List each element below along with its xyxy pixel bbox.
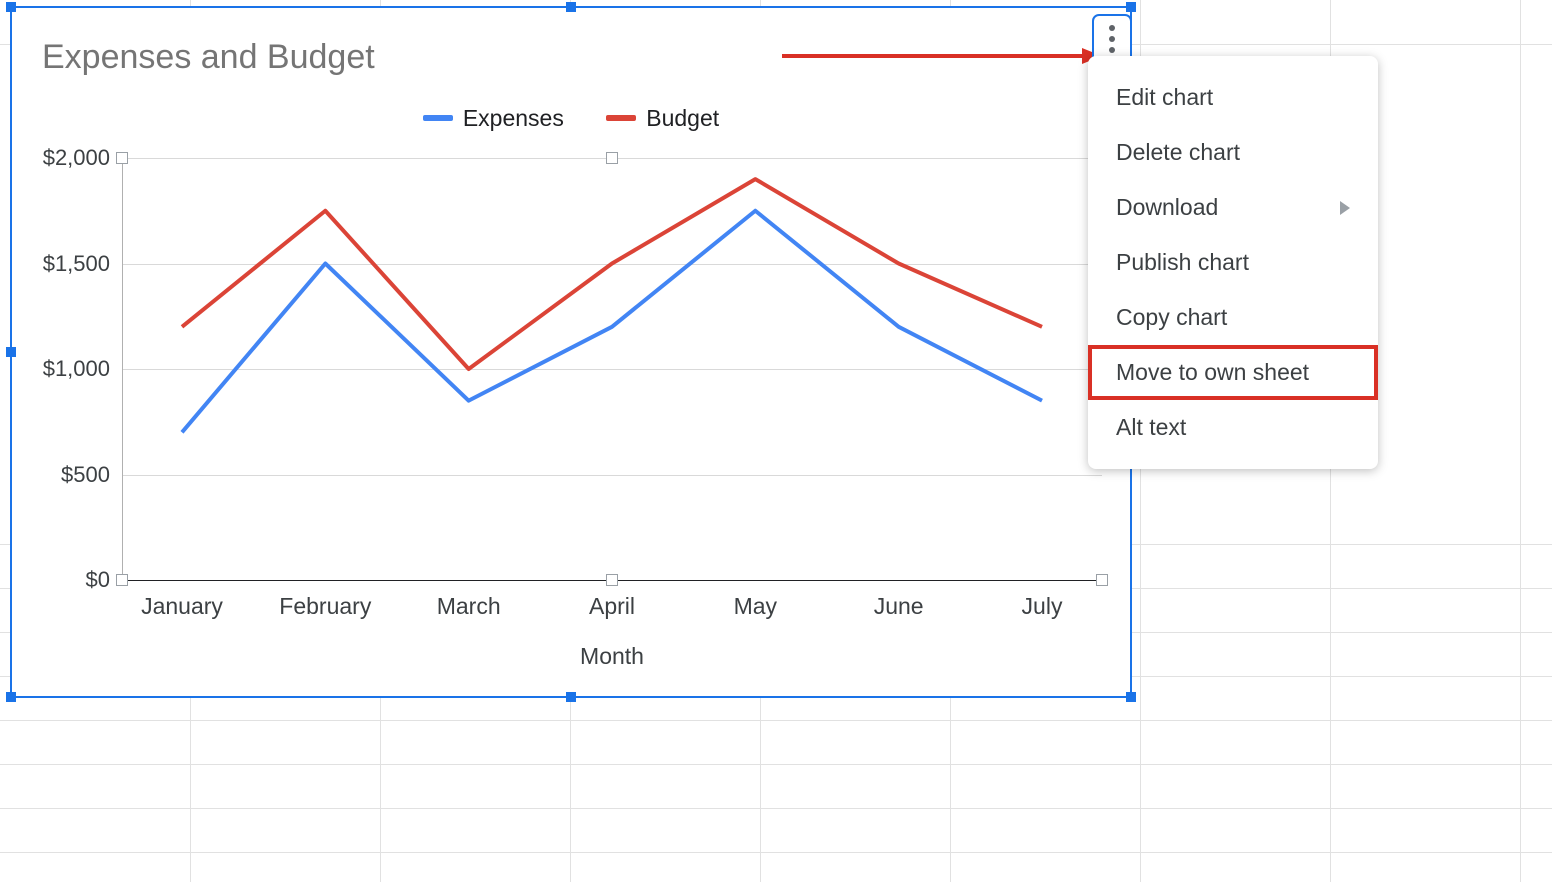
menu-item-publish-chart[interactable]: Publish chart (1088, 235, 1378, 290)
y-tick-label: $0 (86, 567, 110, 593)
menu-item-label: Move to own sheet (1116, 359, 1309, 386)
menu-item-edit-chart[interactable]: Edit chart (1088, 70, 1378, 125)
menu-item-label: Download (1116, 194, 1218, 221)
y-tick-label: $1,000 (43, 356, 110, 382)
legend-item-budget: Budget (606, 105, 719, 132)
legend-swatch (606, 115, 636, 121)
chart-lines (122, 158, 1102, 580)
kebab-dot (1109, 47, 1115, 53)
x-tick-label: July (1022, 593, 1063, 620)
x-tick-label: May (734, 593, 777, 620)
resize-handle[interactable] (566, 2, 576, 12)
chart-object[interactable]: Expenses and Budget Expenses Budget Mont… (10, 6, 1132, 698)
plot-resize-handle[interactable] (606, 152, 618, 164)
menu-item-download[interactable]: Download (1088, 180, 1378, 235)
line-expenses (182, 211, 1042, 433)
plot-resize-handle[interactable] (606, 574, 618, 586)
x-tick-label: June (874, 593, 924, 620)
legend-label: Budget (646, 105, 719, 132)
resize-handle[interactable] (6, 347, 16, 357)
plot-resize-handle[interactable] (116, 152, 128, 164)
resize-handle[interactable] (566, 692, 576, 702)
x-tick-label: February (279, 593, 371, 620)
line-budget (182, 179, 1042, 369)
x-tick-label: January (141, 593, 223, 620)
resize-handle[interactable] (6, 692, 16, 702)
menu-item-move-to-own-sheet[interactable]: Move to own sheet (1088, 345, 1378, 400)
chart-plot-area: Month $0$500$1,000$1,500$2,000JanuaryFeb… (122, 158, 1102, 580)
x-tick-label: April (589, 593, 635, 620)
legend-label: Expenses (463, 105, 564, 132)
menu-item-label: Delete chart (1116, 139, 1240, 166)
resize-handle[interactable] (1126, 2, 1136, 12)
y-tick-label: $1,500 (43, 251, 110, 277)
menu-item-alt-text[interactable]: Alt text (1088, 400, 1378, 455)
legend-item-expenses: Expenses (423, 105, 564, 132)
plot-resize-handle[interactable] (116, 574, 128, 586)
menu-item-label: Publish chart (1116, 249, 1249, 276)
legend-swatch (423, 115, 453, 121)
annotation-arrow (782, 46, 1102, 66)
menu-item-label: Copy chart (1116, 304, 1227, 331)
chart-legend: Expenses Budget (12, 100, 1130, 132)
chart-context-menu: Edit chart Delete chart Download Publish ch… (1088, 56, 1378, 469)
x-axis-title: Month (122, 643, 1102, 670)
menu-item-label: Alt text (1116, 414, 1186, 441)
chart-title: Expenses and Budget (42, 38, 375, 77)
y-tick-label: $500 (61, 462, 110, 488)
kebab-dot (1109, 36, 1115, 42)
plot-resize-handle[interactable] (1096, 574, 1108, 586)
kebab-dot (1109, 25, 1115, 31)
x-tick-label: March (437, 593, 501, 620)
chevron-right-icon (1340, 201, 1350, 215)
resize-handle[interactable] (6, 2, 16, 12)
menu-item-label: Edit chart (1116, 84, 1213, 111)
resize-handle[interactable] (1126, 692, 1136, 702)
y-tick-label: $2,000 (43, 145, 110, 171)
menu-item-delete-chart[interactable]: Delete chart (1088, 125, 1378, 180)
menu-item-copy-chart[interactable]: Copy chart (1088, 290, 1378, 345)
